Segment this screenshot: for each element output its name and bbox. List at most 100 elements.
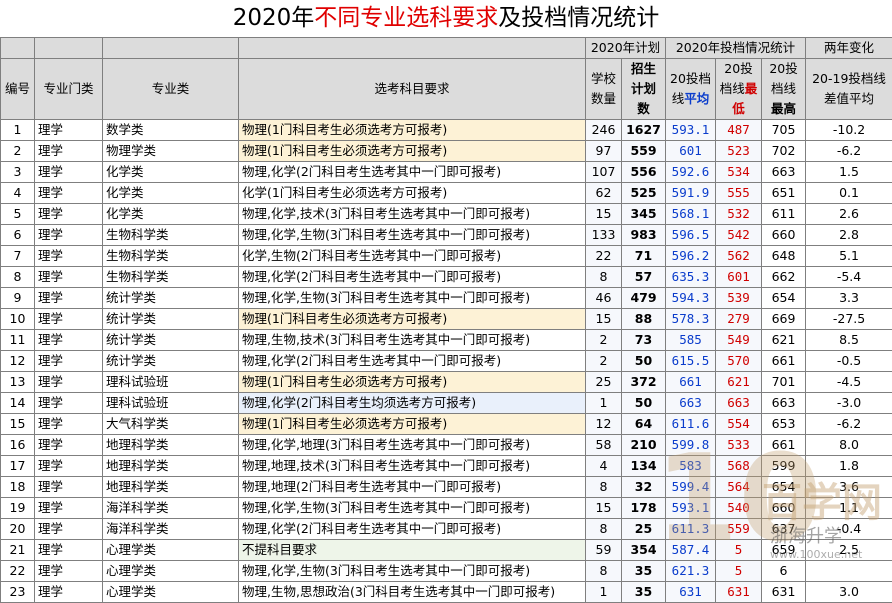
table-row: 9理学统计学类物理,化学,生物(3门科目考生选考其中一门即可报考)4647959… [1,288,892,309]
col-requirement-cell: 物理,化学,生物(3门科目考生选考其中一门即可报考) [239,561,586,582]
col-no-cell: 1 [1,120,35,141]
col-category-cell: 理学 [35,141,103,162]
col-max-header: 20投档线最高 [762,59,806,120]
col-enroll-cell: 556 [622,162,666,183]
col-requirement-cell: 物理,化学(2门科目考生选考其中一门即可报考) [239,162,586,183]
col-diff-cell: -4.5 [806,372,892,393]
col-no-cell: 20 [1,519,35,540]
col-category-cell: 理学 [35,204,103,225]
col-schools-cell: 2 [586,330,622,351]
col-schools-cell: 12 [586,414,622,435]
col-avg-cell: 593.1 [666,120,716,141]
col-max-cell: 659 [762,540,806,561]
col-diff-cell: -5.4 [806,267,892,288]
col-avg-cell: 663 [666,393,716,414]
col-max-cell: 663 [762,393,806,414]
col-category-cell: 理学 [35,456,103,477]
col-requirement-cell: 物理(1门科目考生必须选考方可报考) [239,372,586,393]
col-enroll-cell: 50 [622,351,666,372]
col-category-cell: 理学 [35,225,103,246]
col-schools-cell: 25 [586,372,622,393]
col-max-cell: 653 [762,414,806,435]
table-row: 2理学物理学类物理(1门科目考生必须选考方可报考)97559601523702-… [1,141,892,162]
col-major-cell: 生物科学类 [103,246,239,267]
col-enroll-cell: 57 [622,267,666,288]
col-category-cell: 理学 [35,477,103,498]
table-row: 18理学地理科学类物理,地理(2门科目考生选考其中一门即可报考)832599.4… [1,477,892,498]
col-requirement-cell: 物理(1门科目考生必须选考方可报考) [239,414,586,435]
col-no-cell: 5 [1,204,35,225]
col-major-cell: 地理科学类 [103,435,239,456]
col-min-header: 20投档线最低 [716,59,762,120]
table-row: 10理学统计学类物理(1门科目考生必须选考方可报考)1588578.327966… [1,309,892,330]
col-major-cell: 心理学类 [103,540,239,561]
header-row-top: 2020年计划 2020年投档情况统计 两年变化 [1,38,892,59]
col-category-cell: 理学 [35,267,103,288]
col-diff-cell: 2.8 [806,225,892,246]
col-requirement-cell: 物理,地理,技术(3门科目考生选考其中一门即可报考) [239,456,586,477]
col-max-cell: 661 [762,435,806,456]
col-no-cell: 16 [1,435,35,456]
col-max-cell: 654 [762,288,806,309]
col-schools-cell: 59 [586,540,622,561]
col-min-cell: 570 [716,351,762,372]
col-schools-cell: 46 [586,288,622,309]
col-min-cell: 663 [716,393,762,414]
col-schools-cell: 8 [586,477,622,498]
col-min-cell: 5 [716,540,762,561]
col-category-cell: 理学 [35,120,103,141]
col-min-cell: 487 [716,120,762,141]
col-min-cell: 631 [716,582,762,603]
col-no-cell: 10 [1,309,35,330]
col-max-cell: 648 [762,246,806,267]
col-category-cell: 理学 [35,435,103,456]
table-row: 19理学海洋科学类物理,化学,生物(3门科目考生选考其中一门即可报考)15178… [1,498,892,519]
col-enroll-cell: 134 [622,456,666,477]
col-max-cell: 611 [762,204,806,225]
table-row: 16理学地理科学类物理,化学,地理(3门科目考生选考其中一门即可报考)58210… [1,435,892,456]
col-max-cell: 651 [762,183,806,204]
col-category-cell: 理学 [35,288,103,309]
plan-group-header: 2020年计划 [586,38,666,59]
table-row: 7理学生物科学类化学,生物(2门科目考生选考其中一门即可报考)2271596.2… [1,246,892,267]
col-min-cell: 523 [716,141,762,162]
col-enroll-cell: 479 [622,288,666,309]
title-prefix: 2020年 [233,5,315,31]
col-schools-header: 学校数量 [586,59,622,120]
col-diff-cell: -0.4 [806,519,892,540]
col-major-cell: 物理学类 [103,141,239,162]
col-requirement-cell: 物理,化学(2门科目考生均须选考方可报考) [239,393,586,414]
col-avg-cell: 661 [666,372,716,393]
col-diff-cell: 1.5 [806,162,892,183]
col-diff-cell: -27.5 [806,309,892,330]
col-enroll-cell: 525 [622,183,666,204]
table-row: 17理学地理科学类物理,地理,技术(3门科目考生选考其中一门即可报考)41345… [1,456,892,477]
col-diff-cell: 8.0 [806,435,892,456]
col-diff-cell: -0.5 [806,351,892,372]
col-min-cell: 554 [716,414,762,435]
col-major-cell: 海洋科学类 [103,498,239,519]
table-row: 20理学海洋科学类物理,化学(2门科目考生选考其中一门即可报考)825611.3… [1,519,892,540]
table-row: 6理学生物科学类物理,化学,生物(3门科目考生选考其中一门即可报考)133983… [1,225,892,246]
col-no-cell: 6 [1,225,35,246]
col-schools-cell: 15 [586,309,622,330]
col-diff-cell: 8.5 [806,330,892,351]
col-min-cell: 601 [716,267,762,288]
col-schools-cell: 4 [586,456,622,477]
col-requirement-cell: 化学(1门科目考生必须选考方可报考) [239,183,586,204]
table-row: 22理学心理学类物理,化学,生物(3门科目考生选考其中一门即可报考)835621… [1,561,892,582]
title-highlight: 不同专业选科要求 [314,5,498,31]
col-category-cell: 理学 [35,540,103,561]
col-requirement-cell: 物理,生物,思想政治(3门科目考生选考其中一门即可报考) [239,582,586,603]
col-category-cell: 理学 [35,330,103,351]
col-no-cell: 11 [1,330,35,351]
col-min-cell: 568 [716,456,762,477]
col-avg-cell: 592.6 [666,162,716,183]
col-avg-cell: 583 [666,456,716,477]
col-diff-cell: 2.5 [806,540,892,561]
col-requirement-cell: 物理,化学(2门科目考生选考其中一门即可报考) [239,519,586,540]
col-major-cell: 心理学类 [103,561,239,582]
col-max-cell: 654 [762,477,806,498]
col-max-cell: 702 [762,141,806,162]
col-schools-cell: 22 [586,246,622,267]
